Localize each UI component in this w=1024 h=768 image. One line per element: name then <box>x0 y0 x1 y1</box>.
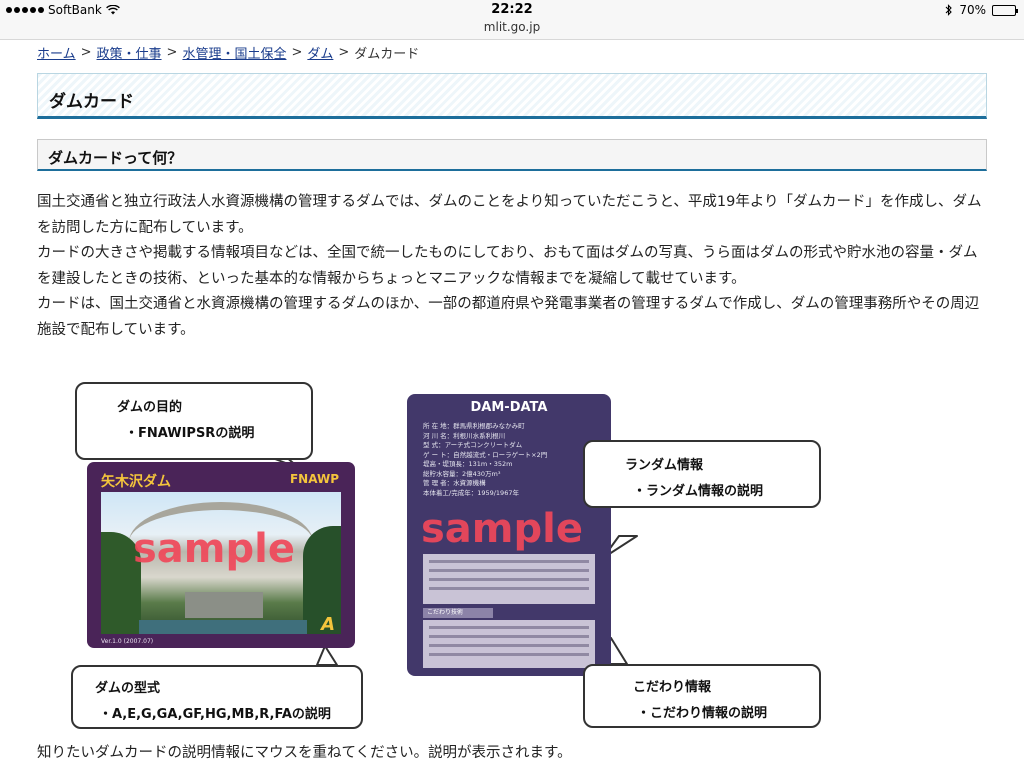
kodawari-info-panel[interactable] <box>423 620 595 668</box>
hover-instruction: 知りたいダムカードの説明情報にマウスを重ねてください。説明が表示されます。 <box>37 745 572 761</box>
intro-paragraph-3: カードは、国土交通省と水資源機構の管理するダムのほか、一部の都道府県や発電事業者… <box>37 296 980 338</box>
kodawari-label: こだわり技術 <box>423 608 493 618</box>
intro-paragraph-1: 国土交通省と独立行政法人水資源機構の管理するダムでは、ダムのことをより知っていた… <box>37 194 982 236</box>
callout-purpose-title: ダムの目的 <box>117 400 183 415</box>
clock: 22:22 <box>491 2 533 17</box>
text-line <box>429 578 589 581</box>
breadcrumb-item: ダムカード <box>354 47 420 62</box>
dam-name: 矢木沢ダム <box>101 474 171 490</box>
page-title-box: ダムカード <box>37 73 987 119</box>
battery-percent: 70% <box>959 3 986 17</box>
dam-data-row: 本体着工/完成年：1959/1967年 <box>423 488 519 497</box>
text-line <box>429 653 589 656</box>
dam-data-row: 型 式：アーチ式コンクリートダム <box>423 441 523 449</box>
intro-text: 国土交通省と独立行政法人水資源機構の管理するダムでは、ダムのことをより知っていた… <box>37 190 987 343</box>
text-line <box>429 635 589 638</box>
battery-icon <box>992 4 1018 16</box>
dam-data-row: 河 川 名：利根川水系利根川 <box>423 431 506 440</box>
dam-type-letter[interactable]: A <box>321 614 335 635</box>
dam-data-row: ゲ ー ト：自然越流式・ローラゲート×2門 <box>423 450 548 459</box>
callout-type: ダムの型式 ・A,E,G,GA,GF,HG,MB,R,FAの説明 <box>71 665 363 729</box>
breadcrumb-item[interactable]: ホーム <box>37 43 76 62</box>
callout-kodawari: こだわり情報 ・こだわり情報の説明 <box>583 664 821 728</box>
bluetooth-icon <box>945 4 953 16</box>
dam-data-row: 堤高・堤頂長：131m・352m <box>423 460 513 468</box>
section-title-box: ダムカードって何？ <box>37 139 987 171</box>
breadcrumb-separator: > <box>80 45 92 60</box>
sample-watermark: sample <box>133 526 295 572</box>
breadcrumb-item[interactable]: ダム <box>307 43 333 62</box>
breadcrumb-item[interactable]: 政策・仕事 <box>97 43 162 62</box>
url-bar[interactable]: mlit.go.jp <box>0 20 1024 34</box>
breadcrumb-separator: > <box>166 45 178 60</box>
intro-paragraph-2: カードの大きさや掲載する情報項目などは、全国で統一したものにしており、おもて面は… <box>37 245 978 287</box>
text-line <box>429 587 589 590</box>
callout-purpose-desc: ・FNAWIPSRの説明 <box>125 426 255 441</box>
dam-data-row: 管 理 者：水資源機構 <box>423 479 486 487</box>
callout-kodawari-title: こだわり情報 <box>633 680 712 695</box>
text-line <box>429 644 589 647</box>
sample-watermark: sample <box>421 506 583 552</box>
breadcrumb-item[interactable]: 水管理・国土保全 <box>182 43 286 62</box>
dam-data-row: 総貯水容量：2億430万m³ <box>423 469 501 478</box>
breadcrumb-separator: > <box>291 45 303 60</box>
dam-data-rows: 所 在 地：群馬県利根郡みなかみ町河 川 名：利根川水系利根川型 式：アーチ式コ… <box>423 422 547 498</box>
breadcrumb-separator: > <box>338 45 350 60</box>
callout-random-title: ランダム情報 <box>625 458 704 473</box>
river-water <box>139 620 307 634</box>
random-info-panel[interactable] <box>423 554 595 604</box>
callout-type-title: ダムの型式 <box>95 681 161 696</box>
card-version: Ver.1.0 (2007.07) <box>101 638 154 645</box>
breadcrumb: ホーム > 政策・仕事 > 水管理・国土保全 > ダム > ダムカード <box>37 43 419 62</box>
dam-data-row: 所 在 地：群馬県利根郡みなかみ町 <box>423 422 525 430</box>
purpose-code[interactable]: FNAWP <box>290 472 339 486</box>
status-right: 70% <box>945 3 1018 17</box>
dam-card-illustration: 矢木沢ダム FNAWP sample A Ver.1.0 (2007.07) D… <box>37 378 827 730</box>
dam-card-back[interactable]: DAM-DATA 所 在 地：群馬県利根郡みなかみ町河 川 名：利根川水系利根川… <box>407 394 611 676</box>
power-plant <box>185 592 263 618</box>
callout-kodawari-desc: ・こだわり情報の説明 <box>637 706 768 721</box>
dam-card-front[interactable]: 矢木沢ダム FNAWP sample A Ver.1.0 (2007.07) <box>87 462 355 648</box>
text-line <box>429 560 589 563</box>
ios-status-bar: SoftBank 22:22 mlit.go.jp 70% <box>0 0 1024 40</box>
callout-type-desc: ・A,E,G,GA,GF,HG,MB,R,FAの説明 <box>99 707 331 722</box>
section-title: ダムカードって何？ <box>48 149 183 167</box>
dam-data-title: DAM-DATA <box>470 400 548 415</box>
page-title: ダムカード <box>49 92 134 112</box>
callout-random-desc: ・ランダム情報の説明 <box>633 484 764 499</box>
text-line <box>429 626 589 629</box>
text-line <box>429 569 589 572</box>
callout-random: ランダム情報 ・ランダム情報の説明 <box>583 440 821 508</box>
callout-purpose: ダムの目的 ・FNAWIPSRの説明 <box>75 382 313 460</box>
